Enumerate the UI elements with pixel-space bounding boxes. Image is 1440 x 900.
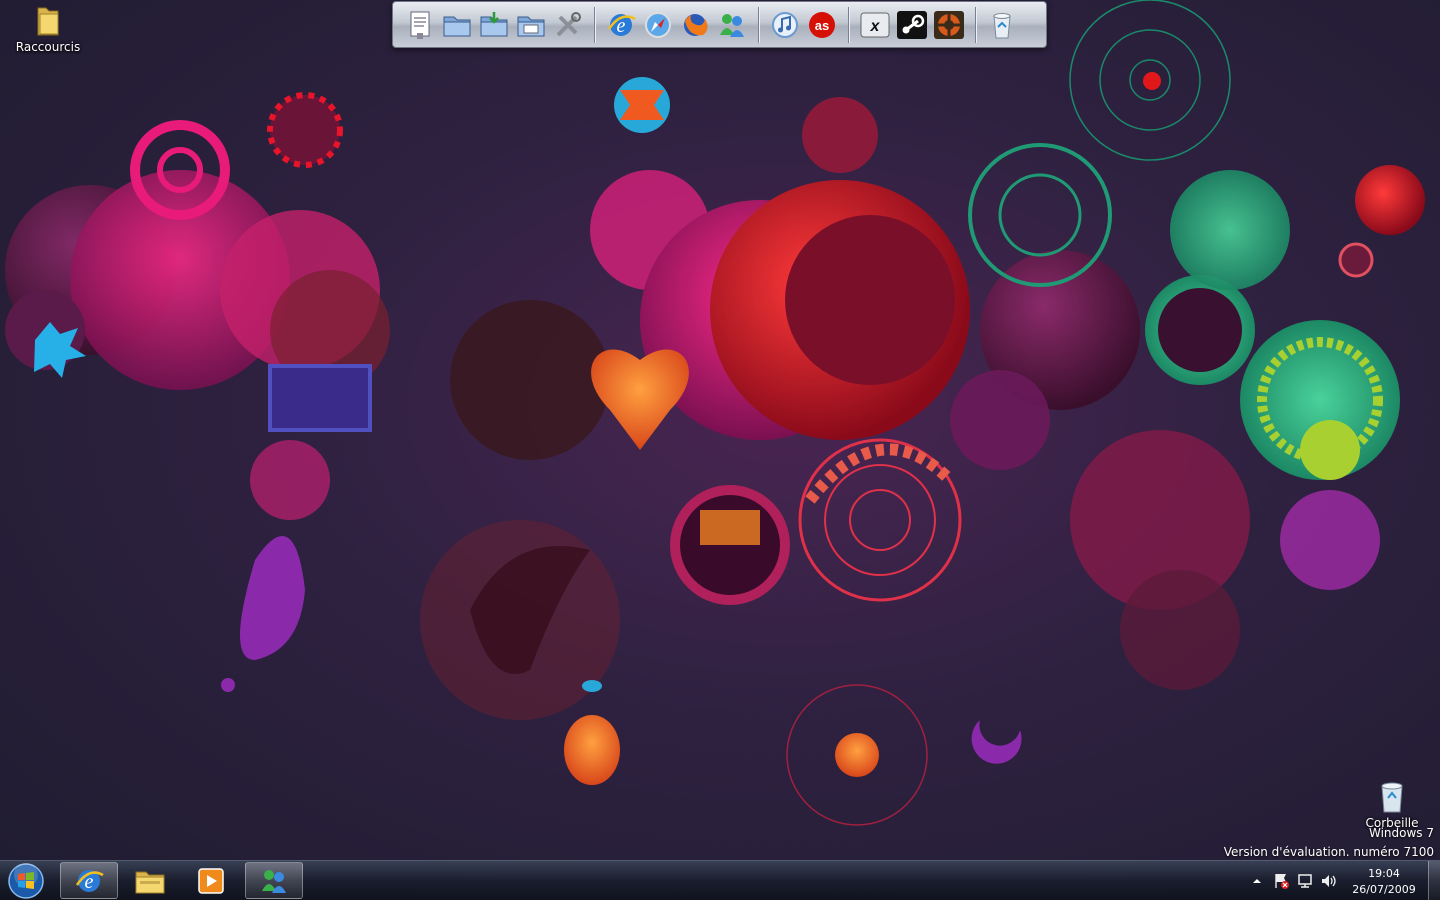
document-icon[interactable] (403, 7, 437, 43)
clock-time: 19:04 (1368, 867, 1400, 880)
folder-icon (32, 4, 64, 38)
taskbar-explorer-button[interactable] (121, 862, 179, 899)
action-center-icon[interactable] (1272, 872, 1290, 890)
start-orb-icon (8, 863, 44, 899)
messenger-icon[interactable] (715, 7, 749, 43)
folder-icon[interactable] (440, 7, 474, 43)
desktop-icon-raccourcis[interactable]: Raccourcis (10, 4, 86, 54)
desktop-wallpaper (0, 0, 1440, 900)
application-dock: e as x (392, 1, 1047, 48)
explorer-icon (135, 871, 165, 893)
volume-icon[interactable] (1320, 872, 1338, 890)
show-hidden-icons-icon[interactable] (1248, 872, 1266, 890)
clock-date: 26/07/2009 (1352, 883, 1416, 896)
start-button[interactable] (4, 862, 48, 900)
itunes-icon[interactable] (768, 7, 802, 43)
dock-separator (758, 6, 759, 43)
recycle-bin-icon[interactable] (985, 7, 1019, 43)
taskbar-messenger-button[interactable] (245, 862, 303, 899)
folder-documents-icon[interactable] (514, 7, 548, 43)
safari-icon[interactable] (641, 7, 675, 43)
taskbar-media-player-button[interactable] (182, 862, 240, 899)
desktop-icon-corbeille[interactable]: Corbeille (1354, 780, 1430, 830)
show-desktop-button[interactable] (1428, 861, 1440, 900)
notification-area (1248, 861, 1338, 900)
firefox-icon[interactable] (678, 7, 712, 43)
system-clock[interactable]: 19:04 26/07/2009 (1350, 866, 1418, 898)
dock-separator (975, 6, 976, 43)
xfire-icon[interactable]: x (858, 7, 892, 43)
team-fortress-icon[interactable] (932, 7, 966, 43)
svg-text:x: x (870, 18, 881, 35)
taskbar: e 19:04 26/07/2009 (0, 860, 1440, 900)
dock-separator (848, 6, 849, 43)
dock-separator (594, 6, 595, 43)
evaluation-build-watermark: Version d'évaluation. numéro 7100 (1223, 845, 1434, 859)
messenger-icon (262, 869, 286, 893)
windows-version-watermark: Windows 7 (1368, 826, 1434, 840)
folder-download-icon[interactable] (477, 7, 511, 43)
network-icon[interactable] (1296, 872, 1314, 890)
lastfm-icon[interactable]: as (805, 7, 839, 43)
desktop-icon-label: Raccourcis (15, 40, 81, 54)
media-player-icon (198, 867, 224, 894)
taskbar-internet-explorer-button[interactable]: e (60, 862, 118, 899)
internet-explorer-icon[interactable]: e (604, 7, 638, 43)
recycle-bin-icon (1378, 780, 1406, 814)
tools-icon[interactable] (551, 7, 585, 43)
steam-icon[interactable] (895, 7, 929, 43)
svg-text:as: as (815, 18, 829, 33)
internet-explorer-icon: e (75, 869, 104, 893)
